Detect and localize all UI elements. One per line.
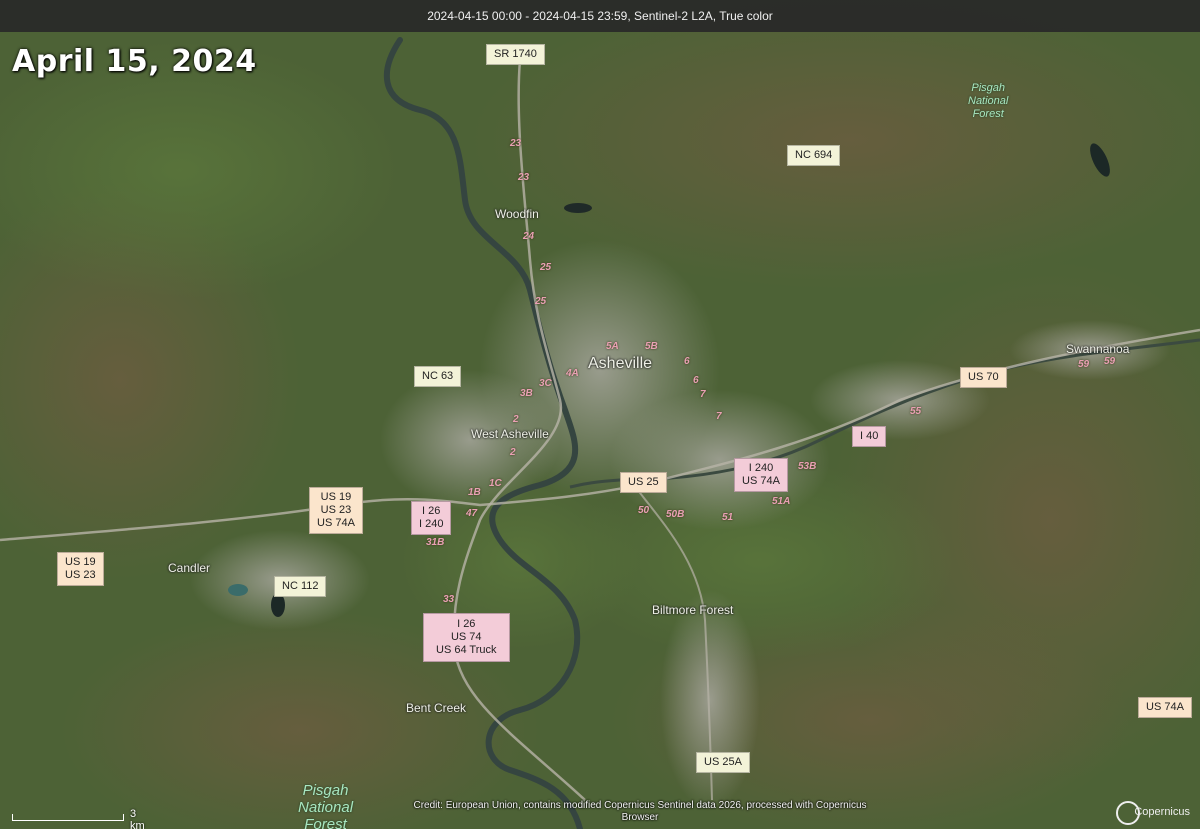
exit-label: 5A xyxy=(606,341,619,352)
road-shield-us70: US 70 xyxy=(960,367,1007,388)
exit-label: 25 xyxy=(535,296,547,307)
exit-label: 5B xyxy=(645,341,658,352)
exit-label: 23 xyxy=(510,138,522,149)
exit-label: 50 xyxy=(638,505,650,516)
date-title: April 15, 2024 xyxy=(12,44,257,79)
exit-label: 47 xyxy=(466,508,478,519)
satellite-imagery xyxy=(0,0,1200,829)
scale-line xyxy=(12,814,124,821)
place-label-bent-creek: Bent Creek xyxy=(406,701,467,715)
exit-label: 51A xyxy=(772,496,791,507)
copernicus-ring-icon xyxy=(1116,801,1140,825)
road-shield-nc63: NC 63 xyxy=(414,366,462,387)
exit-label: 1C xyxy=(489,478,502,489)
road-shield-i26-us74-us64truck: I 26 US 74 US 64 Truck xyxy=(423,613,510,662)
exit-label: 25 xyxy=(540,262,552,273)
place-label-candler: Candler xyxy=(168,561,211,575)
place-label-biltmore-forest: Biltmore Forest xyxy=(652,603,734,617)
credit-text: Credit: European Union, contains modifie… xyxy=(413,800,867,823)
road-shield-us74a-east: US 74A xyxy=(1138,697,1192,718)
road-shield-i26-i240: I 26 I 240 xyxy=(411,501,452,535)
exit-label: 53B xyxy=(798,461,817,472)
satellite-map[interactable]: 2024-04-15 00:00 - 2024-04-15 23:59, Sen… xyxy=(0,0,1200,829)
exit-label: 3C xyxy=(539,378,552,389)
exit-label: 59 xyxy=(1104,356,1116,367)
exit-label: 3B xyxy=(520,388,533,399)
logo-text: Copernicus xyxy=(1134,806,1190,818)
exit-label: 7 xyxy=(700,389,706,400)
exit-label: 59 xyxy=(1078,359,1090,370)
imagery-info-bar: 2024-04-15 00:00 - 2024-04-15 23:59, Sen… xyxy=(0,0,1200,32)
exit-label: 6 xyxy=(693,375,699,386)
exit-label: 7 xyxy=(716,411,722,422)
scale-label: 3 km xyxy=(130,808,145,829)
exit-label: 55 xyxy=(910,406,922,417)
forest-label-pisgah-ne: Pisgah National Forest xyxy=(968,82,1009,120)
road-shield-sr1740: SR 1740 xyxy=(486,44,545,65)
exit-label: 50B xyxy=(666,509,685,520)
exit-label: 23 xyxy=(518,172,530,183)
road-shield-us25: US 25 xyxy=(620,472,667,493)
road-shield-us19-us23-us74a: US 19 US 23 US 74A xyxy=(309,487,363,534)
road-shield-us25a: US 25A xyxy=(696,752,750,773)
exit-label: 1B xyxy=(468,487,481,498)
exit-label: 33 xyxy=(443,594,455,605)
exit-label: 24 xyxy=(523,231,535,242)
road-shield-nc112: NC 112 xyxy=(274,576,327,597)
road-shield-i40: I 40 xyxy=(852,426,887,447)
road-shield-i240-us74a: I 240 US 74A xyxy=(734,458,788,492)
road-shield-nc694: NC 694 xyxy=(787,145,841,166)
place-label-swannanoa: Swannanoa xyxy=(1066,342,1130,356)
road-shield-us19-us23: US 19 US 23 xyxy=(57,552,104,586)
exit-label: 2 xyxy=(510,447,516,458)
exit-label: 4A xyxy=(566,368,579,379)
exit-label: 2 xyxy=(513,414,519,425)
exit-label: 6 xyxy=(684,356,690,367)
place-label-west-asheville: West Asheville xyxy=(471,427,549,441)
place-label-woodfin: Woodfin xyxy=(495,207,539,221)
exit-label: 31B xyxy=(426,537,445,548)
forest-label-pisgah-sw: Pisgah National Forest xyxy=(298,782,354,829)
place-label-asheville: Asheville xyxy=(588,355,653,372)
exit-label: 51 xyxy=(722,512,734,523)
copernicus-logo: Copernicus xyxy=(1116,800,1190,825)
